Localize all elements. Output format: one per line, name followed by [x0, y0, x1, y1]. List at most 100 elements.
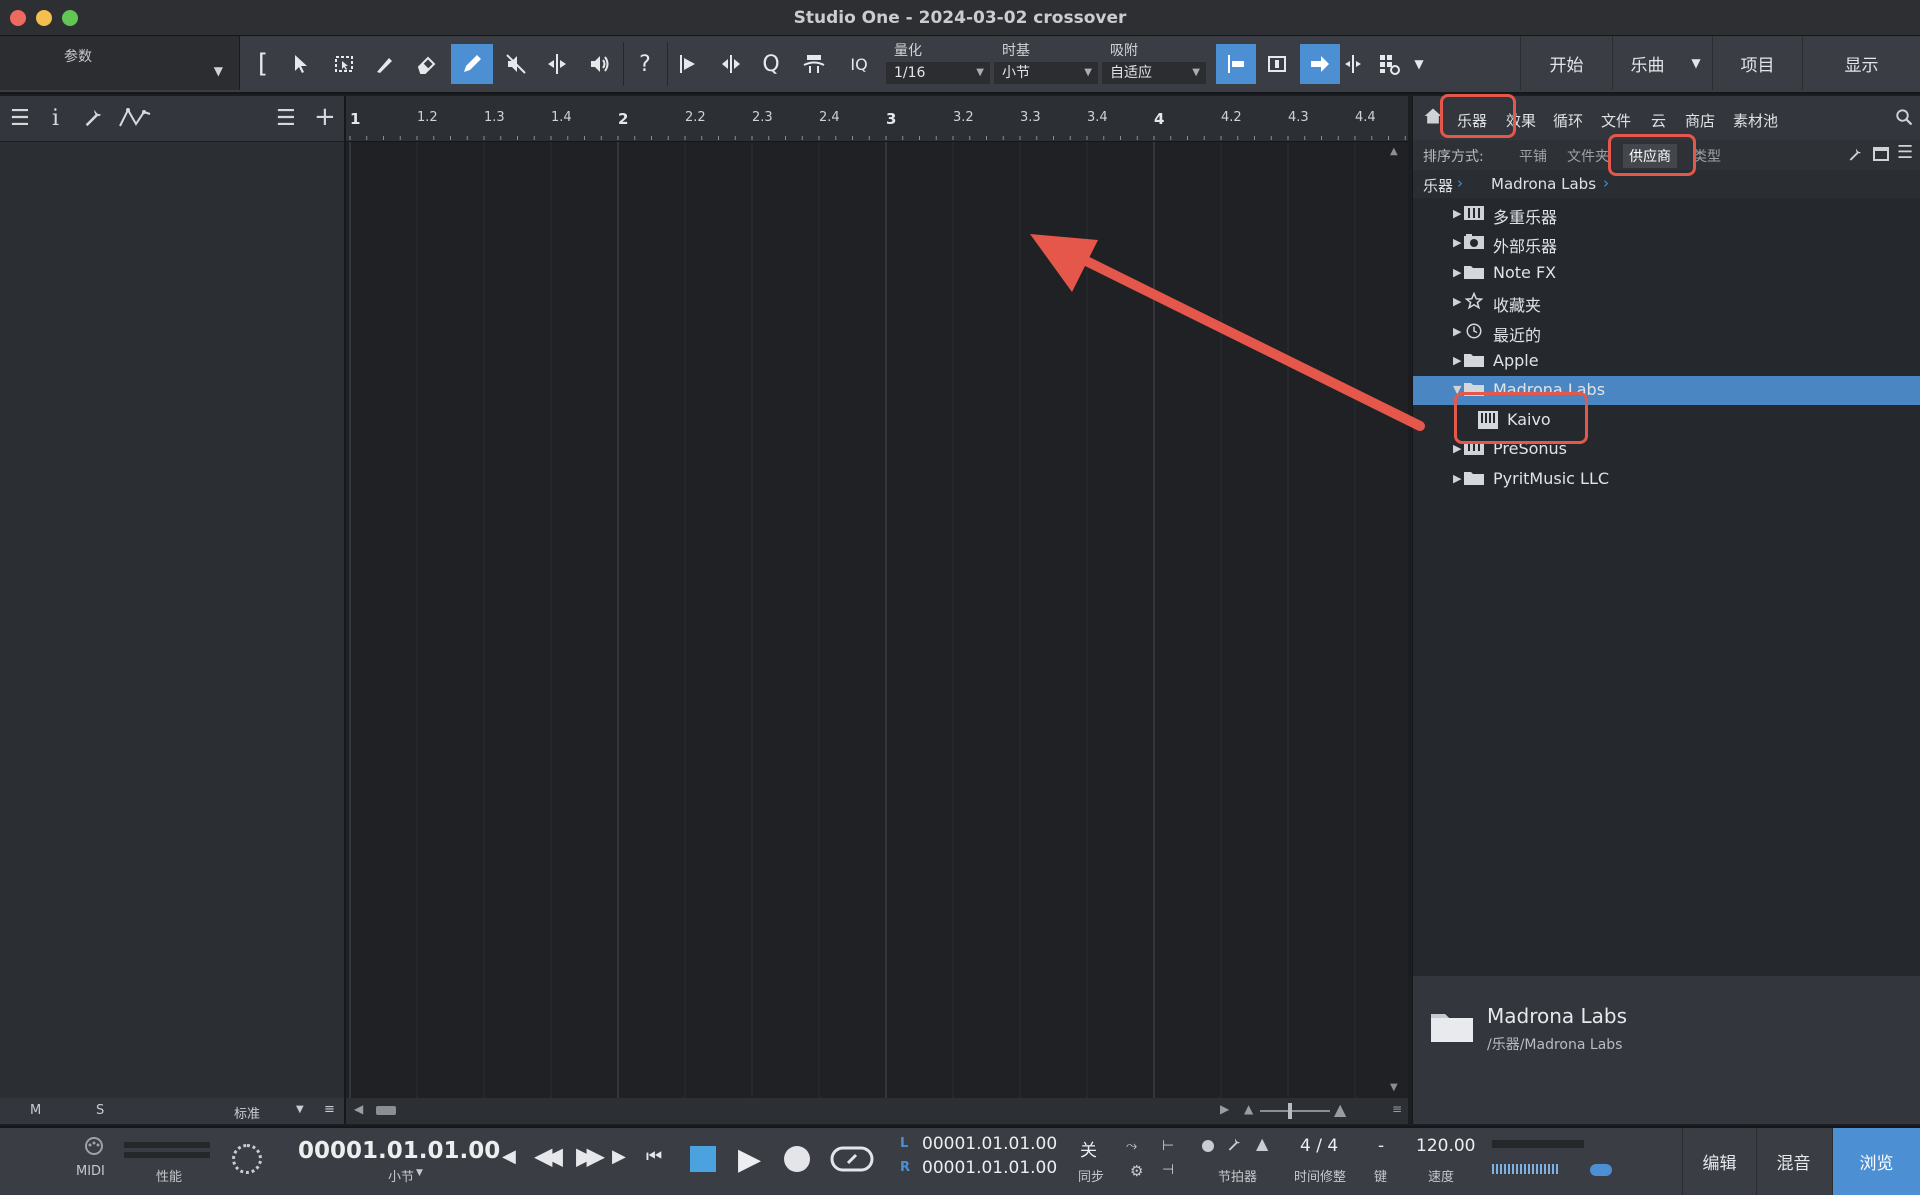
- rewind-icon[interactable]: ◀◀: [534, 1142, 563, 1170]
- tab-files[interactable]: 文件: [1601, 110, 1631, 131]
- show-button[interactable]: 显示: [1802, 36, 1920, 90]
- horizontal-scroll-thumb[interactable]: [376, 1106, 396, 1115]
- arrow-tool-button[interactable]: [282, 44, 320, 84]
- tree-item-folder[interactable]: ▶ Note FX: [1413, 259, 1920, 288]
- tab-loops[interactable]: 循环: [1553, 110, 1583, 131]
- hamburger-menu-icon[interactable]: ☰: [10, 106, 30, 131]
- tab-pool[interactable]: 素材池: [1733, 110, 1778, 131]
- scroll-down-icon[interactable]: ▼: [1390, 1082, 1398, 1093]
- project-page-button[interactable]: 项目: [1712, 36, 1802, 90]
- position-unit-select[interactable]: 小节: [388, 1166, 414, 1185]
- gear-icon[interactable]: ⚙: [1130, 1162, 1143, 1180]
- snap-events-button[interactable]: [1258, 44, 1296, 84]
- eraser-tool-button[interactable]: [408, 44, 446, 84]
- precount-icon[interactable]: ⤳: [1126, 1138, 1137, 1154]
- zoom-out-icon[interactable]: ▲: [1244, 1102, 1253, 1116]
- paint-tool-button[interactable]: [451, 44, 493, 84]
- help-button[interactable]: ?: [626, 44, 664, 84]
- solo-all-button[interactable]: S: [96, 1103, 104, 1118]
- return-to-zero-icon[interactable]: ⏮: [646, 1146, 662, 1167]
- bend-tool-button[interactable]: [538, 44, 576, 84]
- parameter-selector[interactable]: 参数 ▼: [0, 36, 240, 90]
- timeline-ruler[interactable]: 1 1.2 1.3 1.4 2 2.2 2.3 2.4 3 3.2 3.3 3.4 4 4.2 4.3 4.4: [346, 96, 1408, 142]
- mute-all-button[interactable]: M: [30, 1103, 41, 1118]
- track-height-select[interactable]: 标准: [234, 1103, 260, 1122]
- record-button[interactable]: [784, 1146, 810, 1172]
- add-track-icon[interactable]: +: [314, 102, 336, 132]
- previous-marker-icon[interactable]: ◀: [502, 1146, 516, 1167]
- next-marker-icon[interactable]: ▶: [612, 1146, 626, 1167]
- key-value[interactable]: -: [1378, 1136, 1384, 1156]
- list-icon[interactable]: ≡: [324, 1102, 335, 1117]
- groove-button[interactable]: [795, 44, 833, 84]
- time-signature-value[interactable]: 4 / 4: [1300, 1136, 1338, 1156]
- loop-right-value[interactable]: 00001.01.01.00: [922, 1158, 1057, 1178]
- tab-cloud[interactable]: 云: [1651, 110, 1666, 131]
- split-cursor-button[interactable]: [1340, 44, 1366, 84]
- tree-item-folder[interactable]: ▶ Apple: [1413, 347, 1920, 376]
- tempo-value[interactable]: 120.00: [1416, 1136, 1475, 1156]
- scroll-right-icon[interactable]: ▶: [1220, 1102, 1229, 1116]
- expand-right-icon[interactable]: ▶: [1453, 207, 1461, 220]
- track-list-icon[interactable]: ☰: [276, 106, 296, 131]
- tab-shop[interactable]: 商店: [1685, 110, 1715, 131]
- tree-item-folder[interactable]: ▶ 多重乐器: [1413, 200, 1920, 229]
- snap-to-grid-button[interactable]: [1216, 44, 1256, 84]
- automation-curve-icon[interactable]: [118, 106, 152, 134]
- grid-options-button[interactable]: [1370, 44, 1408, 84]
- mute-tool-button[interactable]: [497, 44, 535, 84]
- chevron-down-icon[interactable]: ▼: [296, 1104, 304, 1115]
- list-icon[interactable]: ≡: [1392, 1102, 1402, 1116]
- sort-type-button[interactable]: 类型: [1693, 146, 1721, 166]
- chevron-down-icon[interactable]: ▼: [1408, 44, 1430, 84]
- autoscroll-button[interactable]: [1300, 44, 1340, 84]
- sort-folder-button[interactable]: 文件夹: [1567, 146, 1609, 166]
- tree-item-folder[interactable]: ▶ PyritMusic LLC: [1413, 465, 1920, 494]
- expand-right-icon[interactable]: ▶: [1453, 266, 1461, 279]
- tree-item-folder[interactable]: ▶ 最近的: [1413, 318, 1920, 347]
- edit-page-button[interactable]: 编辑: [1682, 1128, 1756, 1195]
- wrench-icon[interactable]: [1847, 146, 1863, 166]
- expand-right-icon[interactable]: ▶: [1453, 295, 1461, 308]
- stop-button[interactable]: [690, 1146, 716, 1172]
- fast-forward-icon[interactable]: ▶▶: [576, 1142, 605, 1170]
- browse-page-button[interactable]: 浏览: [1832, 1128, 1920, 1195]
- breadcrumb-root[interactable]: 乐器: [1423, 175, 1453, 196]
- wrench-icon[interactable]: [82, 106, 104, 134]
- timebase-select[interactable]: 小节 ▼: [994, 62, 1098, 84]
- chevron-down-icon[interactable]: ▼: [416, 1168, 423, 1178]
- start-page-button[interactable]: 开始: [1520, 36, 1612, 90]
- list-view-icon[interactable]: ☰: [1897, 142, 1913, 163]
- quantize-button[interactable]: Q: [752, 44, 790, 84]
- tree-item-folder[interactable]: ▶ 外部乐器: [1413, 229, 1920, 258]
- split-tool-button[interactable]: [366, 44, 404, 84]
- zoom-in-icon[interactable]: ▲: [1334, 1100, 1346, 1119]
- tree-item-folder[interactable]: ▶ 收藏夹: [1413, 288, 1920, 317]
- info-icon[interactable]: i: [52, 106, 59, 131]
- range-tool-button[interactable]: [325, 44, 363, 84]
- listen-tool-button[interactable]: [581, 44, 619, 84]
- output-toggle[interactable]: [1590, 1164, 1612, 1176]
- wrench-icon[interactable]: [1226, 1136, 1242, 1156]
- zoom-slider-track[interactable]: [1260, 1110, 1330, 1112]
- scroll-left-icon[interactable]: ◀: [354, 1102, 363, 1116]
- quantize-select[interactable]: 1/16 ▼: [886, 62, 990, 84]
- record-mode-icon[interactable]: [1202, 1140, 1214, 1152]
- expand-right-icon[interactable]: ▶: [1453, 354, 1461, 367]
- song-menu-chevron-icon[interactable]: ▼: [1682, 36, 1710, 90]
- transient-tool-button[interactable]: [670, 44, 708, 84]
- search-icon[interactable]: [1895, 108, 1913, 130]
- expand-right-icon[interactable]: ▶: [1453, 236, 1461, 249]
- scroll-up-icon[interactable]: ▲: [1390, 146, 1398, 157]
- expand-right-icon[interactable]: ▶: [1453, 472, 1461, 485]
- expand-right-icon[interactable]: ▶: [1453, 325, 1461, 338]
- breadcrumb-vendor[interactable]: Madrona Labs: [1491, 175, 1596, 193]
- stretch-tool-button[interactable]: [712, 44, 750, 84]
- mix-page-button[interactable]: 混音: [1756, 1128, 1830, 1195]
- preroll-icon[interactable]: ⊣: [1162, 1162, 1174, 1178]
- iq-button[interactable]: IQ: [840, 44, 878, 84]
- sort-flat-button[interactable]: 平铺: [1519, 146, 1547, 166]
- song-page-button[interactable]: 乐曲: [1612, 36, 1682, 90]
- zoom-slider-handle[interactable]: [1288, 1103, 1292, 1119]
- play-button[interactable]: ▶: [738, 1142, 761, 1177]
